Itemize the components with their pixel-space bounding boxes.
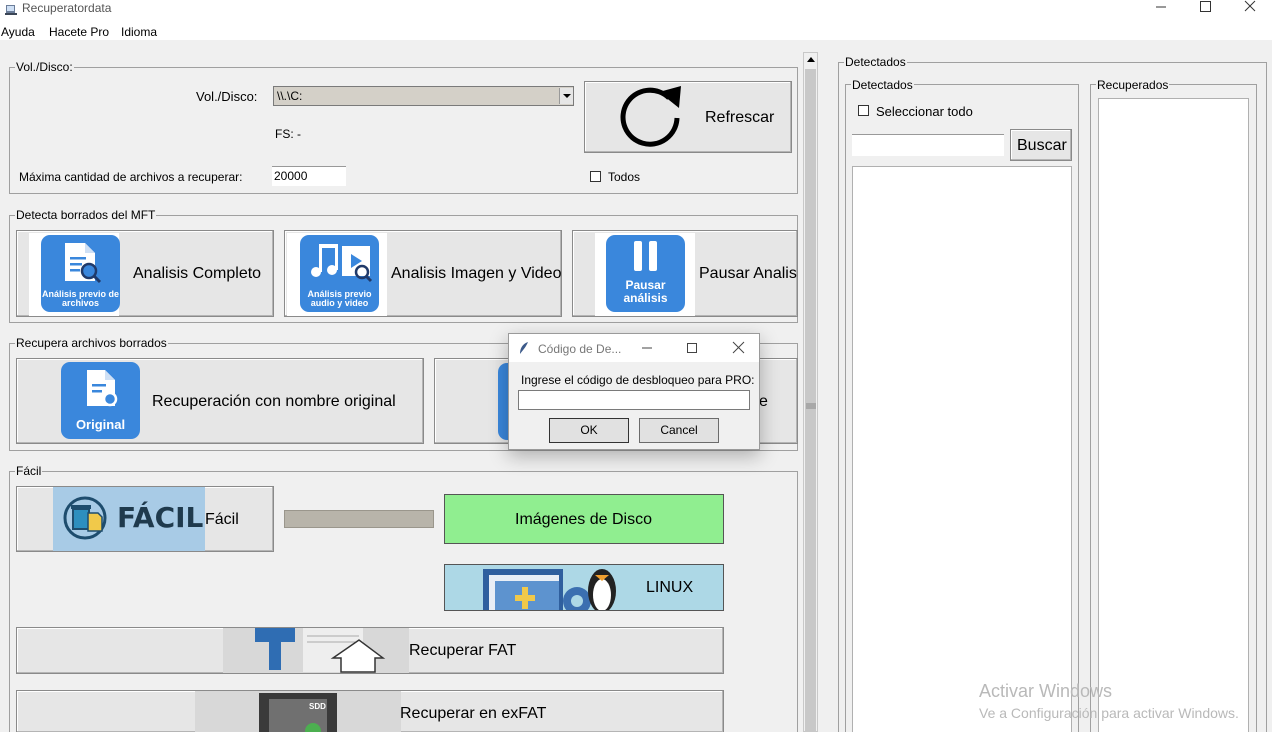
- easy-label: Fácil: [205, 511, 239, 528]
- pause-analysis-label: Pausar Analisi: [699, 265, 798, 282]
- progress-bar: [284, 510, 434, 528]
- app-icon: [5, 5, 17, 15]
- easy-banner: FÁCIL: [53, 487, 205, 551]
- linux-folder-icon: [483, 569, 616, 610]
- music-video-icon: Análisis previo audio y video: [300, 235, 379, 312]
- detected-panel-title: Detectados: [844, 55, 907, 69]
- dialog-maximize-icon[interactable]: [682, 342, 702, 354]
- menu-hacete-pro[interactable]: Hacete Pro: [49, 25, 109, 39]
- minimize-button[interactable]: [1138, 0, 1184, 22]
- linux-label: LINUX: [646, 579, 694, 596]
- pause-tile-caption: Pausar análisis: [623, 278, 668, 305]
- dialog-title-bar: Código de De...: [509, 334, 759, 362]
- vol-disk-group-title: Vol./Disco:: [15, 60, 74, 74]
- grip-icon: [806, 403, 816, 409]
- dialog-close-icon[interactable]: [728, 341, 748, 355]
- media-analysis-label: Analisis Imagen y Video: [391, 265, 562, 282]
- sdd-card-icon: [195, 691, 401, 732]
- max-files-input[interactable]: 20000: [272, 166, 346, 186]
- dialog-minimize-icon[interactable]: [637, 342, 657, 354]
- max-files-value: 20000: [274, 169, 308, 183]
- sdd-card-text: SDD: [309, 702, 326, 711]
- disk-images-label: Imágenes de Disco: [515, 511, 652, 528]
- recover-exfat-button[interactable]: SDD Recuperar en exFAT: [16, 690, 724, 732]
- fs-label: FS: -: [275, 127, 301, 141]
- recover-fat-label: Recuperar FAT: [409, 642, 517, 659]
- refresh-button[interactable]: Refrescar: [584, 81, 792, 153]
- activation-watermark-subtitle: Ve a Configuración para activar Windows.: [979, 705, 1239, 721]
- select-all-label: Seleccionar todo: [876, 104, 973, 119]
- dialog-cancel-button[interactable]: Cancel: [639, 418, 719, 443]
- window-title: Recuperatordata: [22, 1, 112, 15]
- recovered-listbox[interactable]: [1098, 98, 1249, 732]
- todos-label: Todos: [608, 170, 641, 184]
- original-file-icon: Original: [61, 362, 140, 439]
- dialog-title: Código de De...: [538, 342, 622, 356]
- scrollbar-thumb[interactable]: [805, 69, 816, 731]
- search-button-label: Buscar: [1017, 137, 1067, 154]
- detected-list-title: Detectados: [851, 78, 914, 92]
- maximize-button[interactable]: [1182, 0, 1228, 22]
- vertical-scrollbar[interactable]: [803, 52, 818, 732]
- vol-disk-select[interactable]: \\.\C:: [273, 86, 574, 106]
- title-bar: Recuperatordata: [0, 0, 1272, 22]
- easy-group-title: Fácil: [15, 464, 43, 478]
- refresh-icon: [620, 86, 681, 147]
- disk-images-button[interactable]: Imágenes de Disco: [444, 494, 724, 544]
- recover-original-name-label: Recuperación con nombre original: [152, 393, 396, 410]
- file-search-icon: Análisis previo de archivos: [41, 235, 120, 312]
- activation-watermark-title: Activar Windows: [979, 681, 1113, 701]
- recover-second-label: e: [759, 393, 768, 410]
- menu-ayuda[interactable]: Ayuda: [1, 25, 35, 39]
- unlock-code-input[interactable]: [518, 390, 750, 410]
- fat-drive-icon: [223, 628, 409, 673]
- scroll-up-icon[interactable]: [804, 53, 818, 67]
- minimize-icon: [1156, 6, 1166, 8]
- pause-analysis-button[interactable]: Pausar análisis Pausar Analisi: [572, 230, 798, 317]
- media-analysis-tile-caption: Análisis previo audio y video: [307, 289, 372, 308]
- select-all-checkbox[interactable]: [858, 105, 869, 116]
- close-icon: [1244, 0, 1256, 12]
- feather-icon: [520, 342, 528, 354]
- todos-checkbox[interactable]: [590, 171, 601, 182]
- close-button[interactable]: [1226, 0, 1272, 22]
- dialog-ok-button[interactable]: OK: [549, 418, 629, 443]
- maximize-icon: [1200, 1, 1211, 12]
- chevron-down-icon: [563, 94, 571, 98]
- easy-button[interactable]: FÁCIL Fácil: [16, 486, 274, 552]
- search-button[interactable]: Buscar: [1010, 129, 1072, 161]
- recover-fat-button[interactable]: Recuperar FAT: [16, 627, 724, 674]
- linux-button[interactable]: LINUX: [444, 564, 724, 611]
- recover-exfat-label: Recuperar en exFAT: [400, 705, 547, 722]
- refresh-label: Refrescar: [705, 109, 775, 126]
- detected-listbox[interactable]: [852, 166, 1072, 732]
- vol-disk-label: Vol./Disco:: [196, 89, 258, 104]
- full-analysis-button[interactable]: Análisis previo de archivos Analisis Com…: [16, 230, 274, 317]
- recover-original-name-button[interactable]: Original Recuperación con nombre origina…: [16, 358, 424, 444]
- menu-bar: Ayuda Hacete Pro Idioma: [0, 22, 1272, 40]
- search-input[interactable]: [852, 134, 1004, 156]
- mft-group-title: Detecta borrados del MFT: [15, 208, 157, 222]
- unlock-code-dialog: Código de De... Ingrese el código de des…: [508, 333, 760, 450]
- easy-banner-text: FÁCIL: [117, 501, 204, 534]
- dialog-prompt: Ingrese el código de desbloqueo para PRO…: [521, 373, 755, 387]
- media-analysis-button[interactable]: Análisis previo audio y video Analisis I…: [284, 230, 562, 317]
- recycle-bin-icon: [63, 496, 107, 540]
- vol-disk-dropdown-button[interactable]: [559, 88, 573, 104]
- max-files-label: Máxima cantidad de archivos a recuperar:: [19, 170, 243, 184]
- original-tile-caption: Original: [75, 417, 126, 432]
- vol-disk-selected-value: \\.\C:: [277, 89, 303, 103]
- recovered-list-title: Recuperados: [1096, 78, 1170, 92]
- recover-group-title: Recupera archivos borrados: [15, 336, 168, 350]
- pause-icon: Pausar análisis: [606, 235, 685, 312]
- full-analysis-tile-caption: Análisis previo de archivos: [41, 289, 120, 308]
- menu-idioma[interactable]: Idioma: [121, 25, 157, 39]
- full-analysis-label: Analisis Completo: [133, 265, 262, 282]
